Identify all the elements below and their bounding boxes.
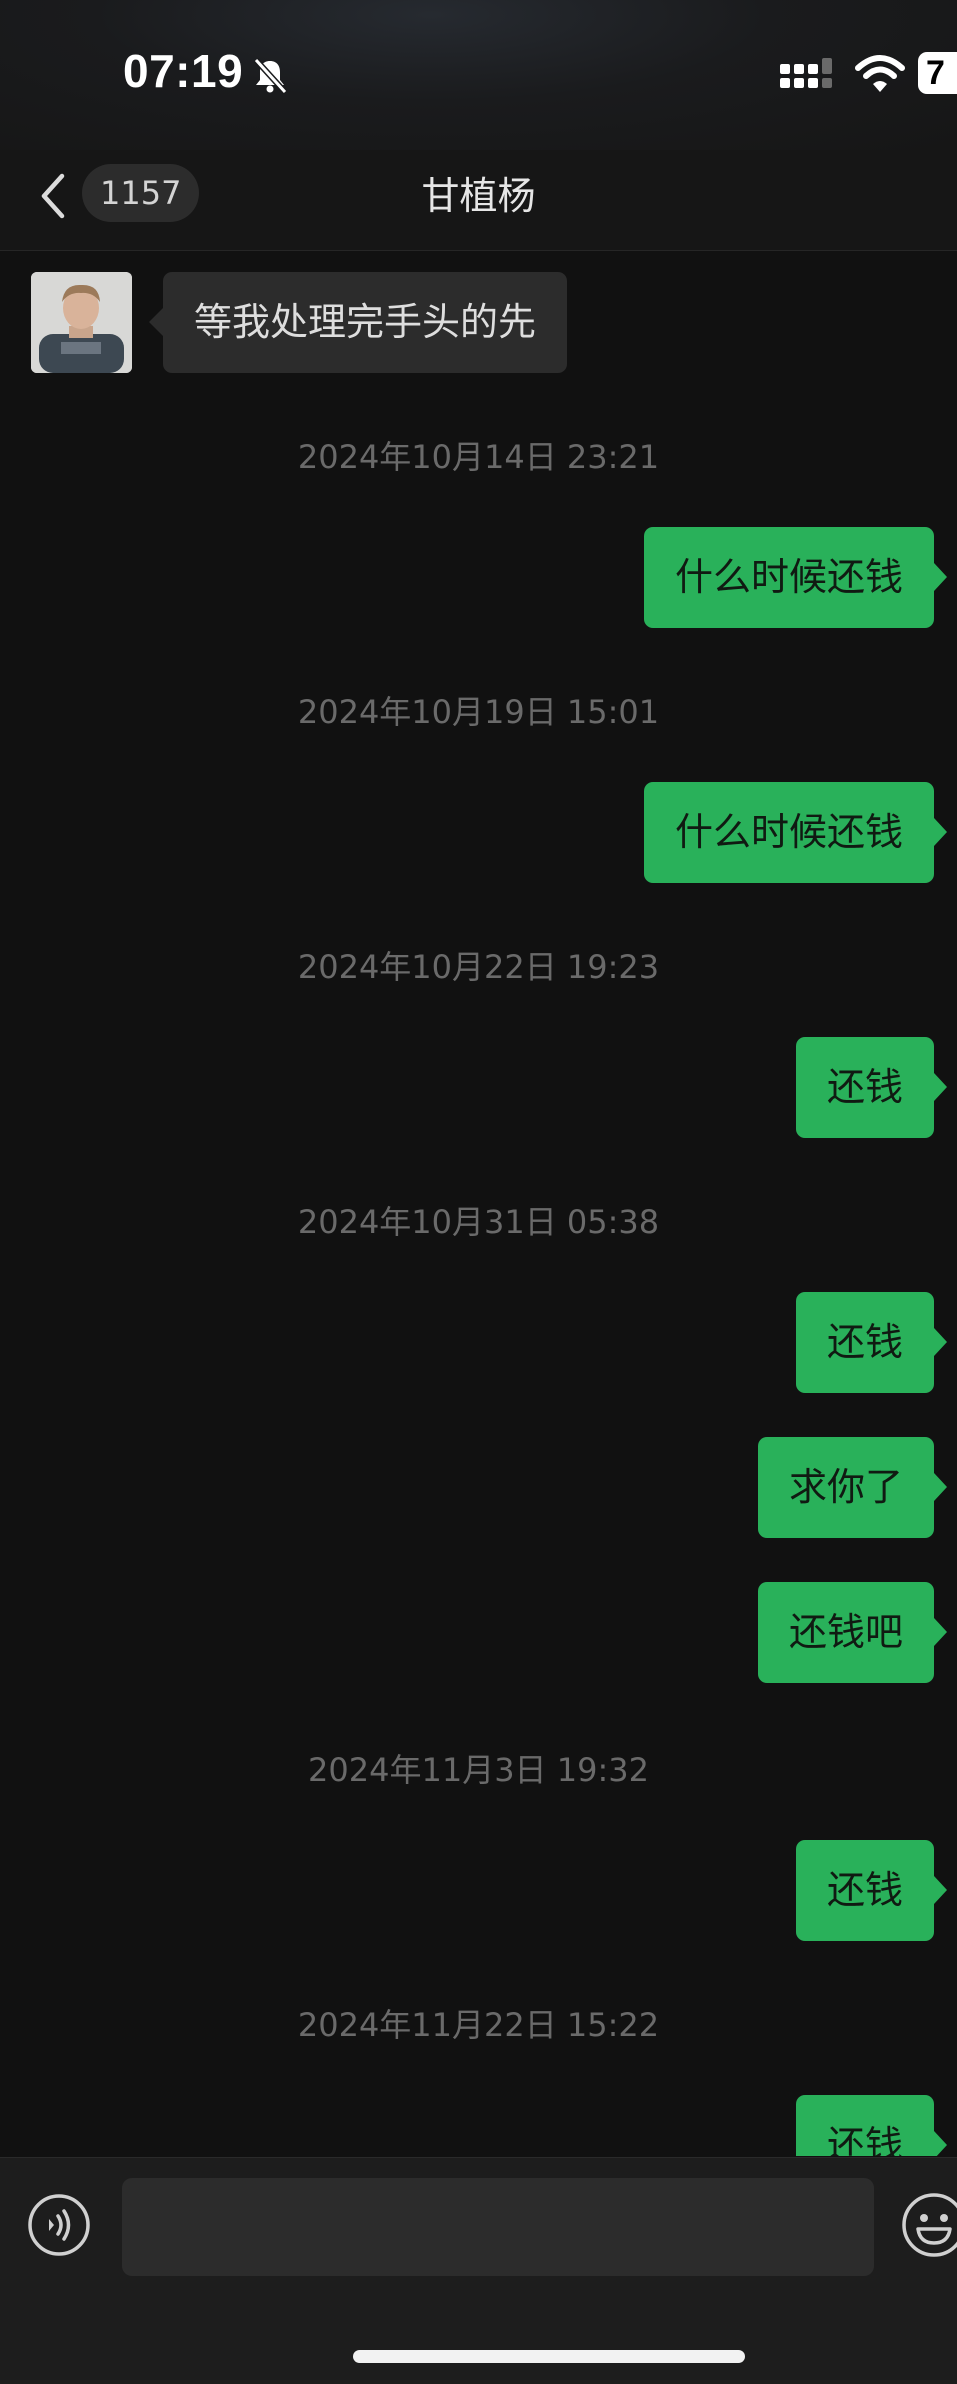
battery-icon: 7: [918, 52, 957, 94]
message-bubble-outgoing[interactable]: 什么时候还钱: [643, 527, 948, 628]
message-timestamp: 2024年10月19日 15:01: [297, 693, 660, 731]
message-bubble-outgoing[interactable]: 还钱吧: [757, 1582, 948, 1683]
home-indicator[interactable]: [353, 2350, 745, 2363]
message-bubble-incoming[interactable]: 等我处理完手头的先: [148, 272, 568, 373]
message-bubble-outgoing[interactable]: 还钱: [795, 1840, 948, 1941]
contact-avatar[interactable]: [31, 272, 132, 373]
message-timestamp: 2024年11月22日 15:22: [297, 2006, 660, 2044]
message-bubble-outgoing[interactable]: 求你了: [757, 1437, 948, 1538]
voice-icon[interactable]: [27, 2193, 91, 2257]
message-list[interactable]: 等我处理完手头的先 2024年10月14日 23:21 什么时候还钱 2024年…: [0, 251, 957, 2156]
message-timestamp: 2024年10月31日 05:38: [297, 1203, 660, 1241]
nav-bar: 1157 甘植杨: [0, 150, 957, 251]
bell-off-icon: [253, 57, 288, 95]
status-bar: 07:19 7: [0, 0, 957, 150]
message-timestamp: 2024年10月14日 23:21: [297, 438, 660, 476]
input-bar: [0, 2157, 957, 2384]
message-bubble-outgoing[interactable]: 什么时候还钱: [643, 782, 948, 883]
message-timestamp: 2024年10月22日 19:23: [297, 948, 660, 986]
wifi-icon: [855, 55, 905, 92]
cellular-signal-icon: [780, 58, 832, 88]
message-bubble-outgoing[interactable]: 还钱: [795, 2095, 948, 2156]
chat-title: 甘植杨: [421, 174, 536, 218]
message-timestamp: 2024年11月3日 19:32: [308, 1751, 649, 1789]
status-time: 07:19: [123, 45, 244, 97]
message-bubble-outgoing[interactable]: 还钱: [795, 1037, 948, 1138]
message-bubble-outgoing[interactable]: 还钱: [795, 1292, 948, 1393]
message-input[interactable]: [122, 2178, 874, 2276]
emoji-icon[interactable]: [900, 2191, 957, 2259]
